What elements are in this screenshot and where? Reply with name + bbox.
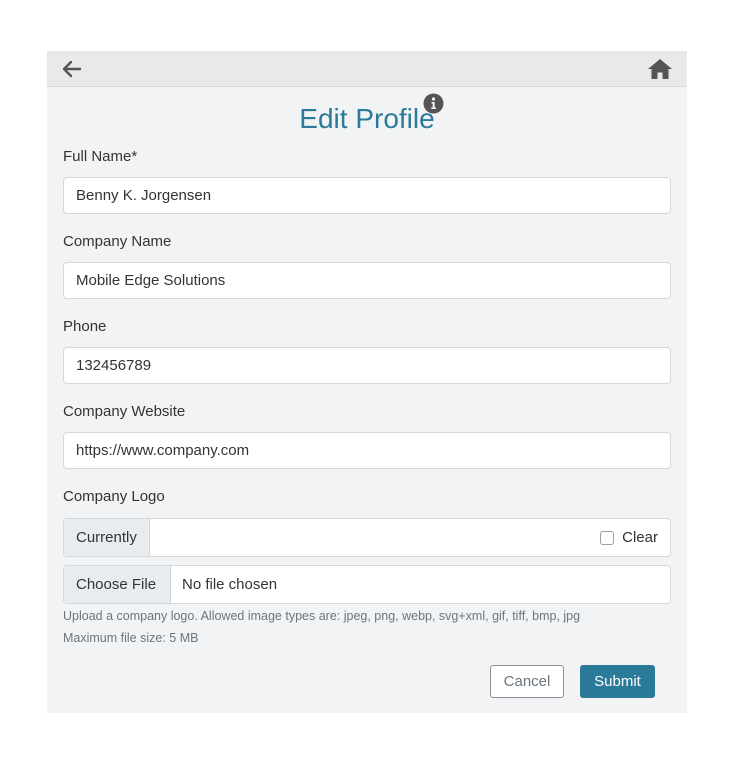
home-button[interactable] [647, 57, 673, 81]
edit-profile-card: Edit Profile Full Name* Company Name Pho… [47, 51, 687, 713]
home-icon [648, 59, 672, 79]
submit-button[interactable]: Submit [580, 665, 655, 698]
logo-file-input[interactable]: Choose File No file chosen [63, 565, 671, 604]
top-bar [47, 51, 687, 87]
company-name-field[interactable] [63, 262, 671, 299]
company-name-label: Company Name [63, 233, 172, 250]
company-website-field[interactable] [63, 432, 671, 469]
file-status-text: No file chosen [182, 576, 278, 593]
arrow-left-icon [62, 60, 82, 78]
clear-label: Clear [622, 529, 658, 546]
company-website-label: Company Website [63, 403, 186, 420]
phone-label: Phone [63, 318, 107, 335]
back-button[interactable] [61, 59, 83, 79]
company-logo-label: Company Logo [63, 488, 165, 505]
clear-checkbox[interactable] [600, 530, 615, 545]
current-logo-group: Currently Clear [63, 518, 671, 557]
info-icon[interactable] [423, 93, 444, 114]
logo-size-text: Maximum file size: 5 MB [63, 631, 199, 645]
full-name-label: Full Name* [63, 148, 138, 165]
choose-file-button[interactable]: Choose File [64, 566, 171, 603]
phone-field[interactable] [63, 347, 671, 384]
page-title: Edit Profile [299, 103, 435, 134]
cancel-button[interactable]: Cancel [490, 665, 564, 698]
clear-logo-toggle[interactable]: Clear [600, 519, 658, 556]
title-wrap: Edit Profile [47, 103, 687, 135]
logo-help-text: Upload a company logo. Allowed image typ… [63, 609, 581, 623]
currently-addon: Currently [64, 519, 150, 556]
full-name-field[interactable] [63, 177, 671, 214]
